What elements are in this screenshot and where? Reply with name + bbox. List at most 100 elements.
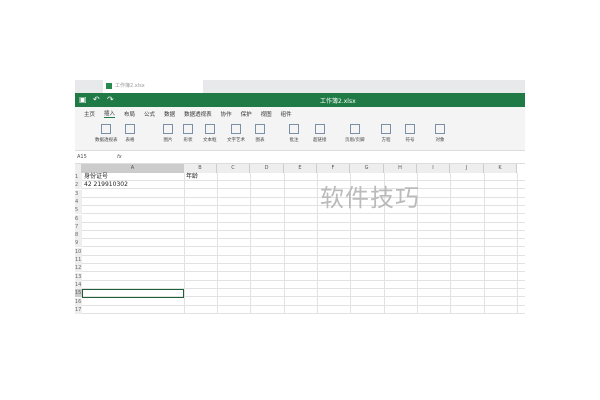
- row-header-2[interactable]: 2: [75, 181, 82, 190]
- toolbar-button-8[interactable]: 超链接: [313, 124, 327, 143]
- table-row: 6: [75, 214, 525, 223]
- redo-icon[interactable]: ↷: [107, 95, 114, 104]
- cell-A1[interactable]: 身份证号: [84, 173, 108, 181]
- toolbar-button-4[interactable]: 文本框: [203, 124, 217, 143]
- toolbar-button-1[interactable]: 表格: [125, 124, 135, 143]
- gridline: [484, 173, 485, 314]
- toolbar-label: 数据透视表: [95, 138, 118, 143]
- toolbar-icon: [255, 124, 265, 134]
- menu-item-9[interactable]: 组件: [281, 110, 292, 118]
- cell-A2[interactable]: 42 219910302: [84, 181, 128, 189]
- document-tab[interactable]: 工作簿2.xlsx: [103, 80, 203, 93]
- row-header-17[interactable]: 17: [75, 305, 82, 314]
- selected-cell-A15[interactable]: [82, 289, 184, 299]
- toolbar-icon: [183, 124, 193, 134]
- menu-item-1[interactable]: 插入: [104, 109, 116, 118]
- toolbar-button-9[interactable]: 页眉/页脚: [345, 124, 365, 143]
- toolbar-label: 文字艺术: [227, 138, 245, 143]
- toolbar-button-12[interactable]: 对象: [435, 124, 445, 143]
- window-title: 工作簿2.xlsx: [320, 98, 356, 105]
- toolbar-button-5[interactable]: 文字艺术: [227, 124, 245, 143]
- toolbar-button-2[interactable]: 图片: [163, 124, 173, 143]
- watermark-cover: [385, 316, 525, 396]
- column-header-B[interactable]: B: [184, 164, 217, 173]
- toolbar-icon: [349, 124, 360, 134]
- row-header-8[interactable]: 8: [75, 231, 82, 240]
- table-row: 14: [75, 280, 525, 289]
- row-header-15[interactable]: 15: [75, 289, 82, 298]
- menu-item-6[interactable]: 协作: [221, 110, 232, 118]
- row-header-3[interactable]: 3: [75, 189, 82, 198]
- column-header-J[interactable]: J: [450, 164, 484, 173]
- menu-item-4[interactable]: 数据: [164, 110, 175, 118]
- gridline: [317, 173, 318, 314]
- row-header-13[interactable]: 13: [75, 272, 82, 281]
- row-header-16[interactable]: 16: [75, 297, 82, 306]
- toolbar-icon: [289, 124, 299, 134]
- menu-item-2[interactable]: 布局: [124, 110, 135, 118]
- table-row: 2: [75, 181, 525, 190]
- toolbar-icon: [435, 124, 445, 134]
- tab-bar: 工作簿2.xlsx: [75, 80, 525, 93]
- column-header-D[interactable]: D: [250, 164, 284, 173]
- table-row: 3: [75, 189, 525, 198]
- toolbar-button-10[interactable]: 方程: [381, 124, 391, 143]
- toolbar-button-3[interactable]: 形状: [183, 124, 193, 143]
- column-header-G[interactable]: G: [350, 164, 384, 173]
- row-header-12[interactable]: 12: [75, 264, 82, 273]
- menu-item-3[interactable]: 公式: [144, 110, 155, 118]
- gridline: [517, 173, 518, 314]
- toolbar-icon: [381, 124, 391, 134]
- toolbar-label: 图片: [163, 138, 173, 143]
- menu-item-0[interactable]: 主页: [84, 110, 95, 118]
- menu-item-5[interactable]: 数据透视表: [184, 110, 212, 118]
- table-row: 4: [75, 197, 525, 206]
- toolbar-label: 文本框: [203, 138, 217, 143]
- table-row: 11: [75, 256, 525, 264]
- gridline: [217, 173, 218, 314]
- table-row: 7: [75, 222, 525, 231]
- cell-B1[interactable]: 年龄: [186, 173, 198, 181]
- undo-icon[interactable]: ↶: [93, 95, 100, 104]
- cell-reference[interactable]: A15: [77, 151, 87, 163]
- table-row: 10: [75, 247, 525, 256]
- select-all-corner[interactable]: [75, 164, 82, 173]
- gridline: [184, 173, 185, 314]
- row-header-10[interactable]: 10: [75, 247, 82, 256]
- toolbar-icon: [125, 124, 135, 134]
- column-header-K[interactable]: K: [484, 164, 517, 173]
- table-row: 1: [75, 173, 525, 181]
- menu-item-7[interactable]: 保护: [241, 110, 252, 118]
- title-bar: ▣ ↶ ↷ 工作簿2.xlsx: [75, 93, 525, 107]
- gridline: [250, 173, 251, 314]
- toolbar-button-6[interactable]: 图表: [255, 124, 265, 143]
- column-header-I[interactable]: I: [417, 164, 450, 173]
- table-row: 8: [75, 231, 525, 240]
- row-header-6[interactable]: 6: [75, 214, 82, 223]
- table-row: 5: [75, 206, 525, 215]
- toolbar-button-0[interactable]: 数据透视表: [95, 124, 118, 143]
- row-header-11[interactable]: 11: [75, 256, 82, 264]
- column-header-F[interactable]: F: [317, 164, 350, 173]
- toolbar-button-11[interactable]: 符号: [405, 124, 415, 143]
- column-header-E[interactable]: E: [284, 164, 317, 173]
- toolbar-icon: [101, 124, 112, 134]
- spreadsheet-window: 工作簿2.xlsx ▣ ↶ ↷ 工作簿2.xlsx 主页 插入 布局 公式 数据 数据透视…: [75, 80, 525, 396]
- toolbar-label: 页眉/页脚: [345, 138, 365, 143]
- row-header-14[interactable]: 14: [75, 280, 82, 289]
- formula-bar: A15 fx: [75, 151, 525, 164]
- gridline: [284, 173, 285, 314]
- row-header-7[interactable]: 7: [75, 222, 82, 231]
- row-header-5[interactable]: 5: [75, 206, 82, 215]
- row-header-9[interactable]: 9: [75, 239, 82, 248]
- toolbar-icon: [231, 124, 241, 134]
- toolbar-button-7[interactable]: 批注: [289, 124, 299, 143]
- menu-item-8[interactable]: 视图: [261, 110, 272, 118]
- column-header-C[interactable]: C: [217, 164, 250, 173]
- column-header-H[interactable]: H: [384, 164, 417, 173]
- row-header-1[interactable]: 1: [75, 173, 82, 181]
- fx-icon[interactable]: fx: [117, 151, 122, 163]
- save-icon[interactable]: ▣: [79, 95, 87, 104]
- row-header-4[interactable]: 4: [75, 197, 82, 206]
- column-header-A[interactable]: A: [82, 164, 184, 173]
